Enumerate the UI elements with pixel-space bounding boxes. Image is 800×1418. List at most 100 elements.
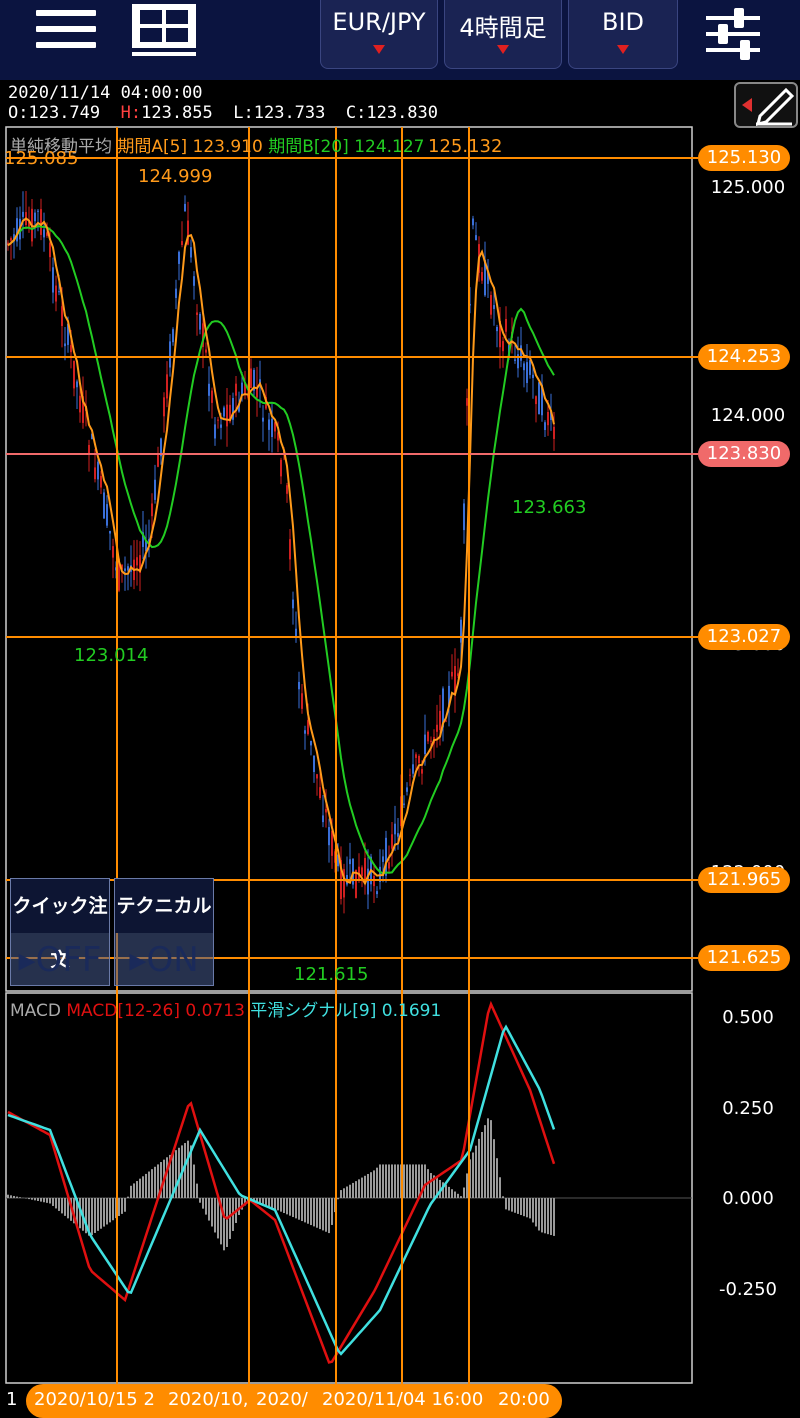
ma-a-legend: 期間A[5] 123.910: [117, 137, 263, 157]
price-tag[interactable]: 124.253: [698, 344, 790, 370]
candle-body: [262, 417, 264, 422]
histogram-bar: [391, 1164, 393, 1198]
histogram-bar: [289, 1198, 291, 1216]
candle-body: [88, 444, 90, 454]
candle-body: [349, 859, 351, 865]
histogram-bar: [526, 1198, 528, 1218]
candle-body: [289, 539, 291, 560]
histogram-bar: [94, 1198, 96, 1233]
histogram-bar: [301, 1198, 303, 1222]
candle-body: [532, 374, 534, 378]
histogram-bar: [118, 1198, 120, 1216]
candle-body: [256, 387, 258, 398]
histogram-bar: [271, 1198, 273, 1208]
candle-body: [496, 326, 498, 332]
histogram-bar: [265, 1198, 267, 1206]
low-annotation: 123.014: [74, 645, 149, 666]
candle-body: [304, 730, 306, 734]
histogram-bar: [277, 1198, 279, 1211]
histogram-bar: [64, 1198, 66, 1216]
candle-body: [100, 475, 102, 488]
candle-body: [415, 754, 417, 758]
candle-body: [472, 218, 474, 226]
histogram-bar: [358, 1179, 360, 1198]
histogram-bar: [457, 1193, 459, 1198]
histogram-bar: [547, 1198, 549, 1235]
histogram-bar: [154, 1166, 156, 1198]
histogram-bar: [508, 1198, 510, 1211]
price-tag[interactable]: 121.965: [698, 867, 790, 893]
histogram-bar: [310, 1198, 312, 1226]
candle-body: [97, 461, 99, 480]
candle-body: [313, 755, 315, 772]
quick-order-toggle[interactable]: クイック注文 ▸OFF: [10, 878, 110, 986]
histogram-bar: [229, 1198, 231, 1239]
histogram-bar: [196, 1183, 198, 1198]
candle-body: [388, 862, 390, 869]
price-tag[interactable]: 123.027: [698, 624, 790, 650]
candle-body: [547, 411, 549, 426]
candle-body: [226, 404, 228, 427]
technical-toggle[interactable]: テクニカル ▸ON: [114, 878, 214, 986]
candle-body: [412, 764, 414, 774]
candle-body: [373, 875, 375, 887]
histogram-bar: [541, 1198, 543, 1233]
histogram-bar: [406, 1164, 408, 1198]
candle-body: [184, 203, 186, 212]
histogram-bar: [349, 1184, 351, 1198]
histogram-bar: [412, 1164, 414, 1198]
chart-canvas[interactable]: [0, 0, 800, 1418]
candle-body: [124, 568, 126, 571]
candle-body: [73, 360, 75, 389]
candle-body: [76, 381, 78, 388]
candle-body: [109, 530, 111, 534]
histogram-bar: [211, 1198, 213, 1227]
histogram-bar: [364, 1175, 366, 1198]
candle-body: [106, 504, 108, 526]
histogram-bar: [415, 1164, 417, 1198]
candle-body: [223, 407, 225, 417]
candle-body: [316, 774, 318, 779]
candle-body: [361, 867, 363, 877]
candle-body: [463, 503, 465, 531]
candle-body: [220, 424, 222, 428]
candle-body: [250, 368, 252, 388]
histogram-bar: [361, 1177, 363, 1198]
histogram-bar: [532, 1198, 534, 1223]
histogram-bar: [100, 1198, 102, 1229]
date-label: 2020/10,: [168, 1389, 249, 1410]
candle-body: [430, 740, 432, 742]
histogram-bar: [91, 1198, 93, 1236]
histogram-bar: [535, 1198, 537, 1227]
price-axis-label: 125.000: [710, 177, 786, 198]
macd-axis-label: 0.250: [722, 1098, 774, 1119]
candle-body: [505, 318, 507, 332]
candle-body: [295, 628, 297, 638]
price-tag[interactable]: 121.625: [698, 945, 790, 971]
candle-body: [493, 305, 495, 309]
histogram-bar: [490, 1120, 492, 1198]
histogram-bar: [106, 1198, 108, 1225]
candle-body: [292, 599, 294, 609]
histogram-bar: [376, 1167, 378, 1198]
candle-body: [55, 285, 57, 302]
histogram-bar: [502, 1196, 504, 1198]
candle-body: [394, 823, 396, 835]
histogram-bar: [187, 1140, 189, 1198]
histogram-bar: [445, 1184, 447, 1198]
candle-body: [208, 383, 210, 396]
low-annotation: 123.663: [512, 497, 587, 518]
candle-body: [481, 272, 483, 281]
histogram-bar: [523, 1198, 525, 1217]
histogram-bar: [544, 1198, 546, 1234]
histogram-bar: [52, 1198, 54, 1206]
histogram-bar: [448, 1186, 450, 1198]
candle-body: [298, 681, 300, 690]
price-tag[interactable]: 125.130: [698, 145, 790, 171]
histogram-bar: [7, 1194, 9, 1198]
histogram-bar: [430, 1173, 432, 1198]
macd-legend-value: MACD[12-26] 0.0713: [66, 1001, 245, 1021]
histogram-bar: [538, 1198, 540, 1231]
histogram-bar: [238, 1198, 240, 1215]
histogram-bar: [34, 1198, 36, 1201]
